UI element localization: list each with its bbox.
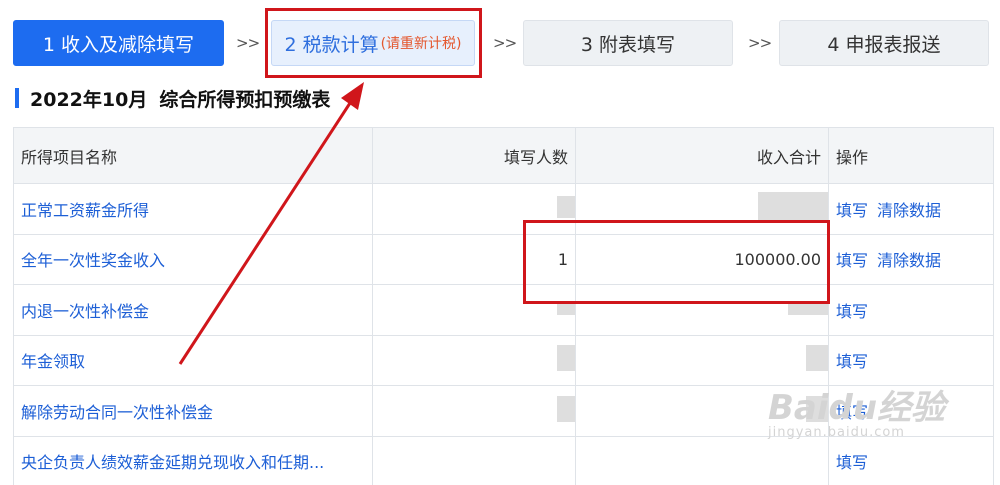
watermark-logo: Baidu经验 jingyan.baidu.com (768, 380, 945, 440)
arrow-head (341, 82, 364, 110)
watermark-text: Baidu经验 (768, 388, 946, 428)
arrow-shaft (178, 99, 354, 365)
